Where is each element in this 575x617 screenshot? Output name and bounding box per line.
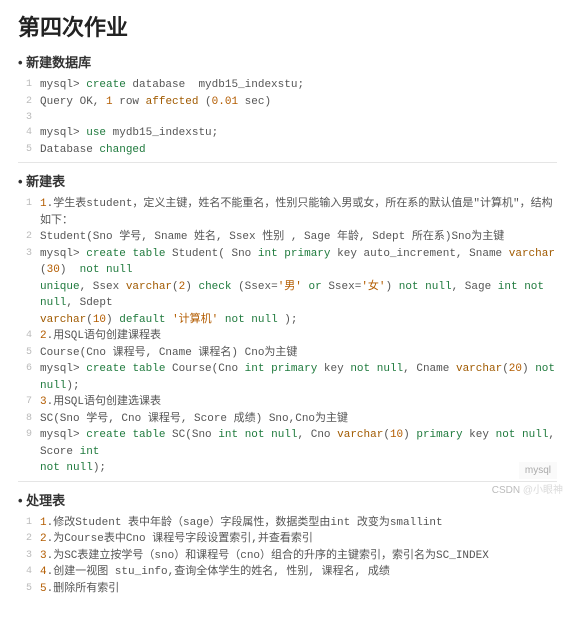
section-heading-1: 新建数据库 xyxy=(18,52,557,71)
page-title: 第四次作业 xyxy=(18,10,557,42)
code-block-2: 11.学生表student，定义主键，姓名不能重名，性别只能输入男或女，所在系的… xyxy=(18,196,557,482)
section-heading-3: 处理表 xyxy=(18,490,557,509)
code-block-1: 1mysql> create database mydb15_indexstu;… xyxy=(18,77,557,163)
watermark: CSDN @小眼神 xyxy=(492,481,563,496)
section-heading-2: 新建表 xyxy=(18,171,557,190)
lang-tag: mysql xyxy=(519,462,557,479)
code-block-3: 11.修改Student 表中年龄（sage）字段属性，数据类型由int 改变为… xyxy=(18,515,557,602)
